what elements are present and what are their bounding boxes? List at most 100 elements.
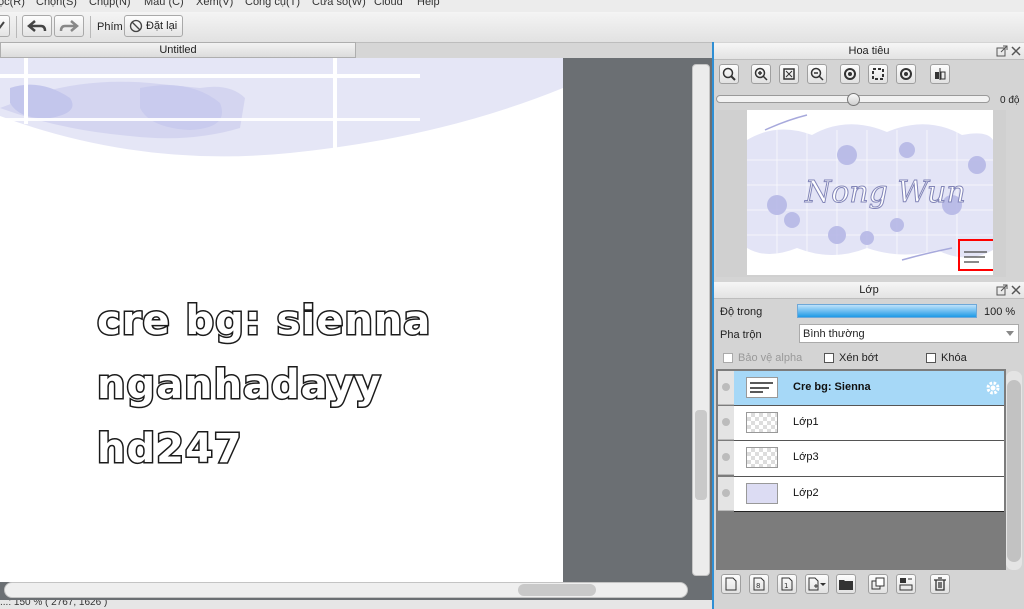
canvas-vertical-scroll-thumb[interactable] [695, 410, 707, 500]
toolbar: Phím Đặt lại [0, 12, 1024, 43]
folder-icon [839, 580, 853, 590]
undo-arrow-icon [27, 20, 47, 32]
shortcut-label: Phím [97, 21, 123, 33]
menu-item-view[interactable]: Xem(V) [196, 0, 233, 8]
flip-horizontal-button[interactable] [930, 64, 950, 84]
zoom-in-button[interactable] [751, 64, 771, 84]
navigator-panel-title: Hoa tiêu [714, 43, 1024, 60]
undo-button[interactable] [22, 15, 52, 37]
zoom-in-icon [754, 67, 768, 81]
copy-icon [871, 577, 885, 590]
page-8-icon: 8 [753, 577, 765, 591]
menu-item-cloud[interactable]: Cloud [374, 0, 403, 8]
layer-name: Lớp3 [793, 451, 819, 463]
redo-button[interactable] [54, 15, 84, 37]
blend-mode-label: Pha trộn [720, 329, 762, 341]
layer-name: Cre bg: Sienna [793, 381, 871, 393]
toolbar-separator [90, 16, 91, 38]
rotation-slider-thumb[interactable] [847, 93, 860, 106]
layer-thumbnail [746, 483, 778, 504]
menu-item-capture[interactable]: Chụp(N) [89, 0, 131, 8]
rotate-reset-button[interactable] [868, 64, 888, 84]
layer-row[interactable]: Lớp3 [734, 441, 1004, 477]
new-page-icon [725, 577, 737, 591]
new-layer-button[interactable] [721, 574, 741, 594]
layer-row[interactable]: Cre bg: Sienna [734, 371, 1004, 406]
layer-list-scroll-thumb[interactable] [1007, 380, 1021, 562]
clipping-label: Xén bớt [839, 352, 879, 364]
credit-text-line: nganhadayy [96, 361, 383, 410]
opacity-slider[interactable] [797, 304, 977, 318]
add-layer-dropdown-icon [808, 577, 826, 591]
merge-layer-button[interactable] [896, 574, 916, 594]
new-8bit-layer-button[interactable]: 8 [749, 574, 769, 594]
lock-checkbox[interactable] [926, 353, 936, 363]
rotation-value: 0 độ [1000, 95, 1020, 106]
canvas-paper[interactable]: cre bg: sienna nganhadayy hd247 [0, 58, 563, 582]
blend-mode-select[interactable]: Bình thường [799, 324, 1019, 343]
layer-name: Lớp2 [793, 487, 819, 499]
clipping-checkbox[interactable] [824, 353, 834, 363]
close-icon[interactable] [1010, 284, 1022, 296]
edit-button[interactable] [0, 15, 10, 37]
document-tab[interactable]: Untitled [0, 42, 356, 58]
merge-down-icon [899, 578, 913, 591]
delete-layer-button[interactable] [930, 574, 950, 594]
duplicate-layer-button[interactable] [868, 574, 888, 594]
reset-label: Đặt lại [146, 20, 178, 32]
background-artwork [0, 58, 563, 157]
close-icon[interactable] [1010, 45, 1022, 57]
protect-alpha-checkbox[interactable] [723, 353, 733, 363]
chevron-down-icon [1006, 331, 1014, 336]
layer-visibility-toggle[interactable] [718, 371, 734, 405]
zoom-out-button[interactable] [807, 64, 827, 84]
navigator-preview-image[interactable]: Nong Wun [747, 110, 993, 275]
magnifier-icon [722, 67, 736, 81]
opacity-slider-fill [798, 305, 976, 317]
layer-thumbnail [746, 447, 778, 468]
preview-title-text: Nong Wun [804, 175, 966, 210]
layer-visibility-toggle[interactable] [718, 477, 734, 511]
credit-text-line: hd247 [96, 425, 244, 474]
undock-icon[interactable] [996, 284, 1008, 296]
menu-item-help[interactable]: Help [417, 0, 440, 8]
fit-screen-icon [783, 68, 795, 80]
canvas-horizontal-scroll-thumb[interactable] [518, 584, 596, 596]
opacity-value: 100 % [984, 306, 1016, 318]
menu-item-select[interactable]: Chọn(S) [36, 0, 77, 8]
gear-icon[interactable] [985, 380, 1001, 396]
layer-row[interactable]: Lớp2 [734, 477, 1004, 512]
menu-item-window[interactable]: Cửa sổ(W) [312, 0, 366, 8]
add-layer-menu-button[interactable] [805, 574, 829, 594]
status-bar: ...: 150 % ( 2767, 1626 ) [0, 600, 712, 609]
reset-view-icon [872, 68, 884, 80]
toolbar-separator [16, 16, 17, 38]
zoom-out-icon [810, 67, 824, 81]
rotate-right-icon [900, 68, 912, 80]
layer-name: Lớp1 [793, 416, 819, 428]
svg-text:8: 8 [756, 582, 760, 590]
reset-button[interactable]: Đặt lại [124, 15, 183, 37]
layers-panel-title: Lớp [714, 282, 1024, 299]
zoom-actual-button[interactable] [719, 64, 739, 84]
redo-arrow-icon [59, 20, 79, 32]
rotate-right-button[interactable] [896, 64, 916, 84]
menu-item-tools[interactable]: Công cụ(T) [245, 0, 300, 8]
lock-label: Khóa [941, 352, 967, 364]
layer-visibility-toggle[interactable] [718, 441, 734, 475]
menu-item-color[interactable]: Màu (C) [144, 0, 184, 8]
menu-item-file[interactable]: ọc(R) [0, 0, 25, 8]
fit-window-button[interactable] [779, 64, 799, 84]
undock-icon[interactable] [996, 45, 1008, 57]
layer-thumbnail [746, 412, 778, 433]
canvas-area[interactable]: cre bg: sienna nganhadayy hd247 [0, 58, 712, 600]
trash-icon [934, 577, 946, 591]
new-folder-button[interactable] [836, 574, 856, 594]
no-entry-icon [129, 19, 143, 33]
rotate-left-button[interactable] [840, 64, 860, 84]
layer-visibility-toggle[interactable] [718, 406, 734, 440]
new-1bit-layer-button[interactable]: 1 [777, 574, 797, 594]
page-1-icon: 1 [781, 577, 793, 591]
layer-row[interactable]: Lớp1 [734, 406, 1004, 441]
blend-mode-value: Bình thường [803, 328, 865, 340]
